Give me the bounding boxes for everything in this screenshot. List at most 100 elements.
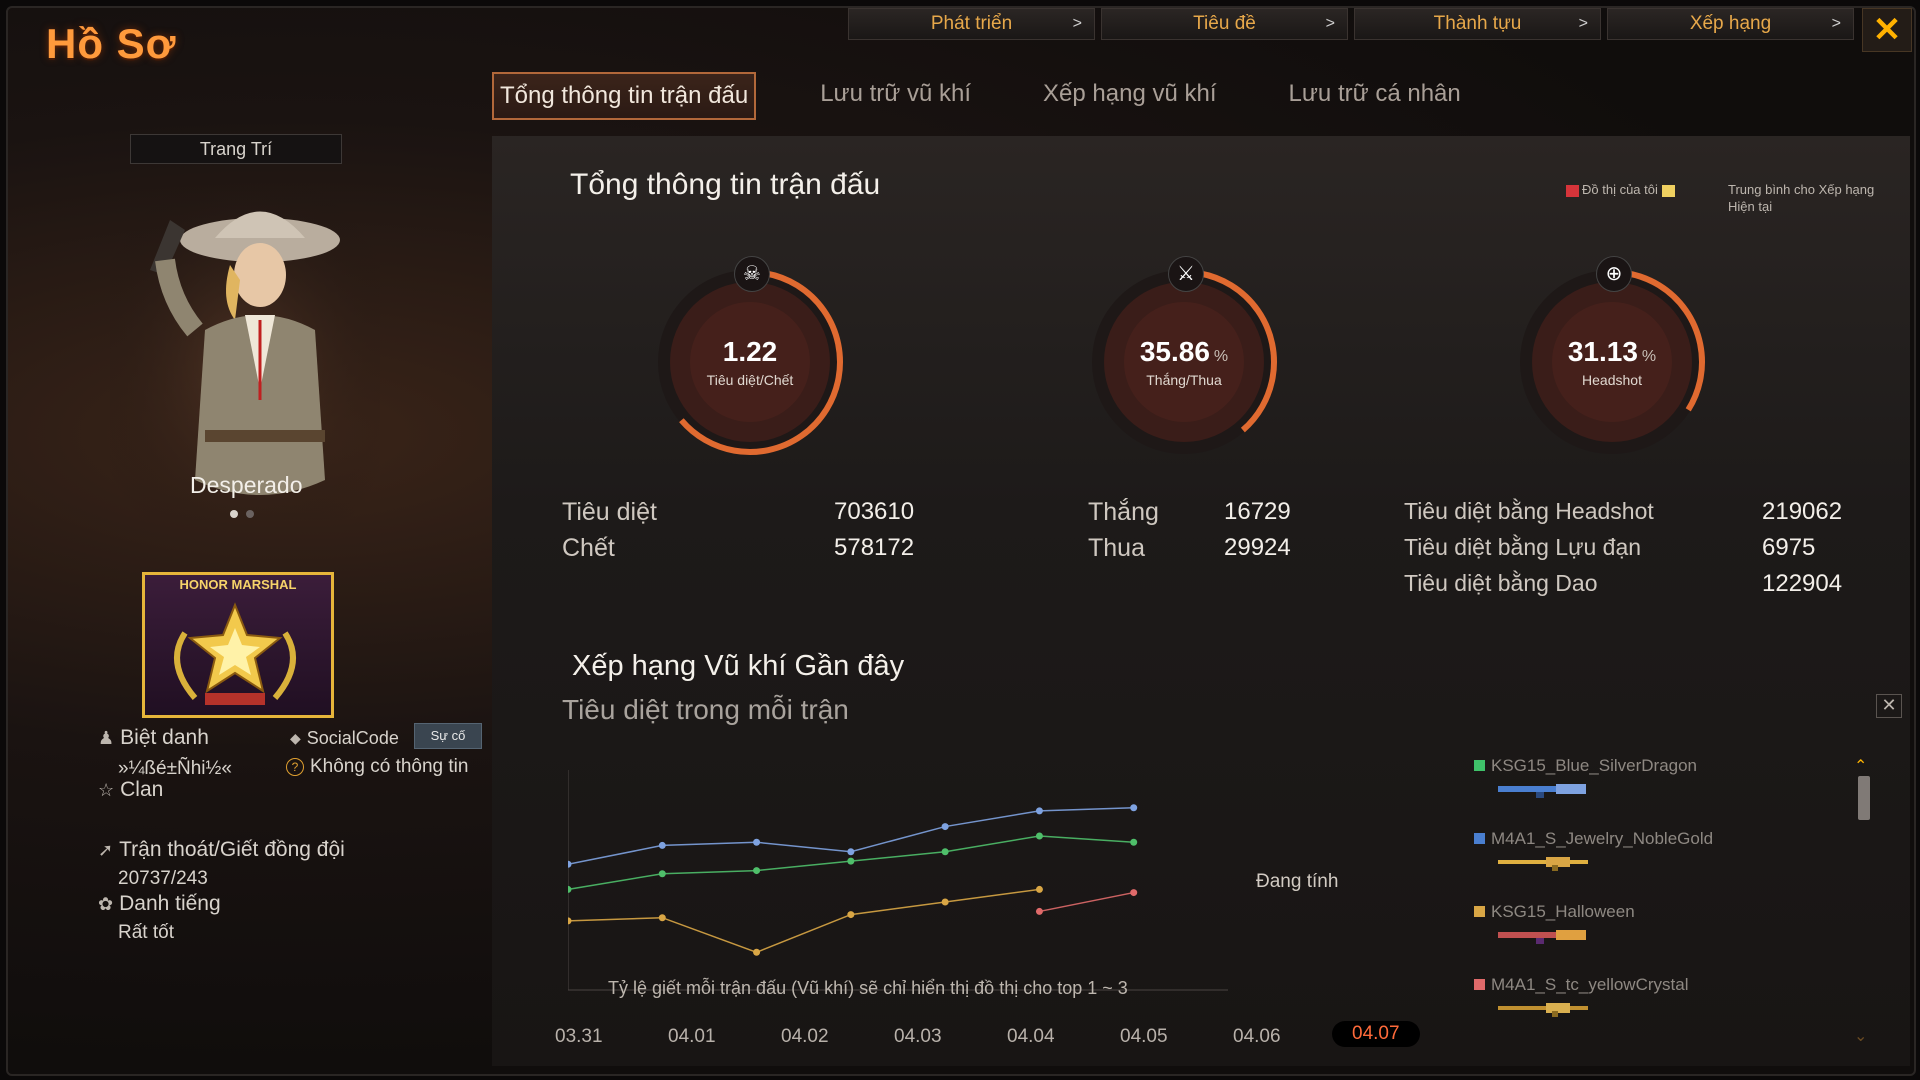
chevron-down-icon[interactable]: ⌄ (1854, 1026, 1867, 1046)
rifle-icon (1498, 1003, 1588, 1017)
person-icon: ♟ (98, 727, 115, 748)
data-point (1035, 807, 1043, 815)
x-tick-label[interactable]: 04.04 (1007, 1026, 1055, 1048)
headshot-value: 31.13% (1567, 336, 1657, 367)
weapon-item[interactable]: M4A1_S_Jewelry_NobleGold (1474, 829, 1713, 902)
x-tick-label[interactable]: 04.06 (1233, 1026, 1281, 1048)
data-point (658, 870, 666, 878)
stat-knife-label: Tiêu diệt bằng Dao (1404, 570, 1598, 596)
data-point (847, 911, 855, 919)
data-point (1130, 804, 1138, 812)
tab-ranking[interactable]: Xếp hạng > (1607, 8, 1854, 40)
shotgun-icon (1498, 930, 1586, 944)
tab-achievements[interactable]: Thành tựu > (1354, 8, 1601, 40)
socialcode-report-button[interactable]: Sự cố (414, 723, 482, 749)
stat-knife-value: 122904 (1762, 570, 1843, 597)
data-point (753, 948, 761, 956)
data-point (568, 917, 572, 925)
x-tick-label[interactable]: 04.01 (668, 1026, 716, 1048)
chart-axis (568, 770, 1228, 991)
pager-dot[interactable] (230, 510, 238, 518)
series-line (568, 888, 1040, 954)
stat-headshot-label: Tiêu diệt bằng Headshot (1404, 498, 1654, 524)
chart-calculating: Đang tính (1256, 871, 1339, 892)
close-button[interactable]: ✕ (1862, 8, 1912, 52)
stat-deaths-label: Chết (562, 534, 615, 562)
clan-icon: ☆ (98, 779, 115, 800)
kd-gauge: ☠ 1.22 Tiêu diệt/Chết (650, 256, 850, 462)
kd-value: 1.22 (722, 336, 778, 367)
tab-personal-storage[interactable]: Lưu trữ cá nhân (1283, 72, 1467, 120)
tab-match-summary[interactable]: Tổng thông tin trận đấu (492, 72, 757, 120)
recent-subtitle: Tiêu diệt trong mỗi trận (562, 694, 849, 725)
pager-dot[interactable] (246, 510, 254, 518)
x-tick-label[interactable]: 04.07 (1332, 1021, 1420, 1047)
x-tick-label[interactable]: 04.03 (894, 1026, 942, 1048)
tag-icon: ◆ (290, 730, 301, 746)
nickname-label-row: ♟ Biệt danh (98, 726, 209, 749)
scrollbar-thumb[interactable] (1858, 776, 1870, 820)
close-small-icon[interactable]: ✕ (1876, 694, 1902, 718)
weapon-color-swatch (1474, 979, 1485, 990)
main-tab-bar: Tổng thông tin trận đấu Lưu trữ vũ khí X… (492, 72, 1527, 120)
reputation-value: Rất tốt (118, 922, 174, 943)
chevron-up-icon[interactable]: ⌃ (1854, 756, 1867, 776)
weapon-color-swatch (1474, 906, 1485, 917)
data-point (941, 823, 949, 831)
stat-headshot-value: 219062 (1762, 498, 1843, 525)
stat-losses-label: Thua (1088, 534, 1145, 562)
top-tab-bar: Phát triển > Tiêu đề > Thành tựu > Xếp hạng… (848, 8, 1854, 40)
weapon-item[interactable]: KSG15_Blue_SilverDragon (1474, 756, 1713, 829)
stat-kills-value: 703610 (834, 498, 915, 525)
tab-weapon-ranking[interactable]: Xếp hạng vũ khí (1037, 72, 1222, 120)
data-point (1035, 832, 1043, 840)
tab-titles[interactable]: Tiêu đề > (1101, 8, 1348, 40)
chart-note: Tỷ lệ giết mỗi trận đấu (Vũ khí) sẽ chỉ … (608, 978, 1128, 998)
rifle-icon (1498, 857, 1588, 871)
winrate-gauge: ⚔ 35.86% Thắng/Thua (1084, 256, 1284, 462)
weapon-item[interactable]: KSG15_Halloween (1474, 902, 1713, 975)
chevron-right-icon: > (1325, 15, 1335, 32)
data-point (1130, 838, 1138, 846)
data-point (568, 885, 572, 893)
headshot-gauge: ⊕ 31.13% Headshot (1512, 256, 1712, 462)
stat-grenade-value: 6975 (1762, 534, 1816, 561)
stat-wins-value: 16729 (1224, 498, 1291, 525)
kd-label: Tiêu diệt/Chết (706, 372, 794, 388)
chevron-right-icon: > (1072, 15, 1082, 32)
data-point (941, 898, 949, 906)
crossed-guns-icon: ⚔ (1168, 256, 1204, 292)
escape-value: 20737/243 (118, 868, 208, 889)
series-line (1039, 891, 1134, 913)
weapon-item[interactable]: M4A1_S_tc_yellowCrystal (1474, 975, 1713, 1048)
data-point (847, 848, 855, 856)
x-tick-label[interactable]: 04.05 (1120, 1026, 1168, 1048)
stat-losses-value: 29924 (1224, 534, 1291, 561)
shotgun-icon (1498, 784, 1586, 798)
decorate-button[interactable]: Trang Trí (130, 134, 342, 164)
x-tick-label[interactable]: 04.02 (781, 1026, 829, 1048)
kills-per-match-chart (568, 770, 1228, 991)
x-tick-label[interactable]: 03.31 (555, 1026, 603, 1048)
stat-kills-label: Tiêu diệt (562, 498, 657, 526)
data-point (847, 857, 855, 865)
help-icon[interactable]: ? (286, 758, 304, 776)
page-title: Hồ Sơ (46, 20, 177, 67)
weapon-list: KSG15_Blue_SilverDragon M4A1_S_Jewelry_N… (1474, 756, 1713, 1048)
weapon-list-scrollbar[interactable]: ⌃ ⌄ (1854, 756, 1870, 1046)
reputation-icon: ✿ (98, 893, 114, 914)
headshot-label: Headshot (1582, 372, 1642, 388)
data-point (1035, 885, 1043, 893)
data-point (658, 914, 666, 922)
stat-grenade-label: Tiêu diệt bằng Lựu đạn (1404, 534, 1642, 560)
winrate-label: Thắng/Thua (1146, 372, 1222, 388)
tab-development[interactable]: Phát triển > (848, 8, 1095, 40)
tab-weapon-storage[interactable]: Lưu trữ vũ khí (814, 72, 977, 120)
character-name: Desperado (190, 472, 303, 498)
clan-label-row: ☆ Clan (98, 778, 164, 801)
winrate-value: 35.86% (1139, 336, 1229, 367)
nickname-value: »¼ßé±Ñhi½« (118, 758, 232, 779)
data-point (941, 848, 949, 856)
legend-avg-swatch (1661, 184, 1675, 197)
data-point (1035, 907, 1043, 915)
